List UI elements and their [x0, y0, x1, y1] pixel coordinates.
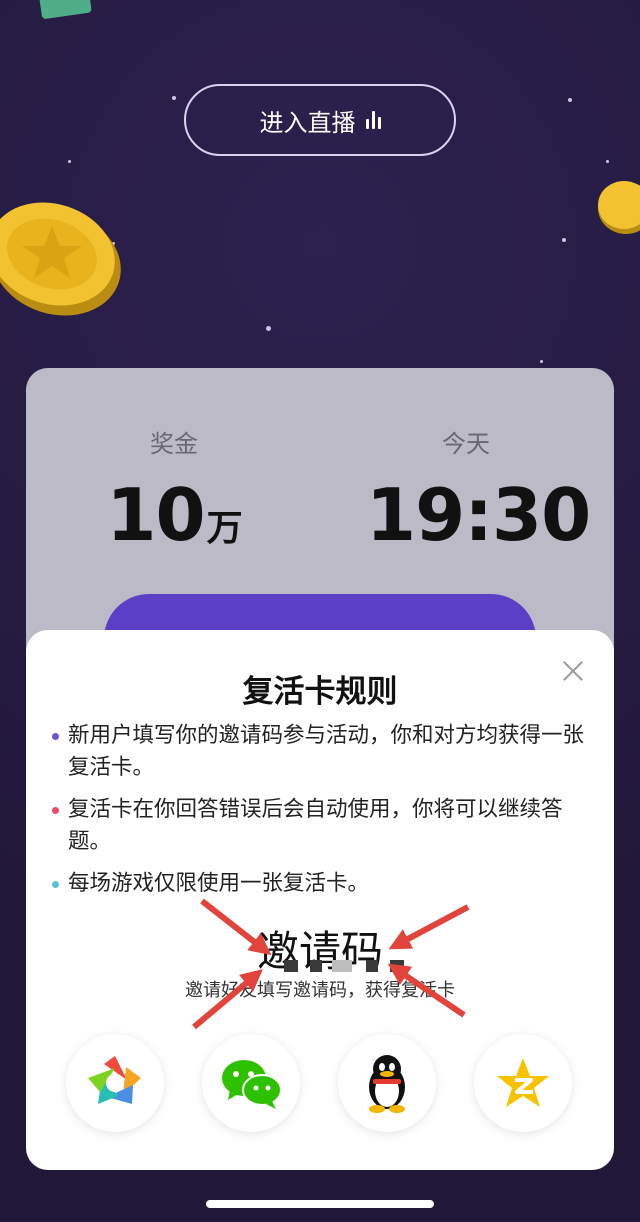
share-moments-button[interactable] — [66, 1034, 164, 1132]
share-wechat-button[interactable] — [202, 1034, 300, 1132]
live-signal-icon — [365, 111, 381, 129]
bullet-dot — [52, 881, 59, 888]
rule-text: 复活卡在你回答错误后会自动使用，你将可以继续答题。 — [68, 797, 563, 854]
bullet-dot — [52, 733, 59, 740]
rule-item: 复活卡在你回答错误后会自动使用，你将可以继续答题。 — [52, 794, 588, 858]
close-icon[interactable] — [562, 660, 584, 682]
gold-coin-decoration — [598, 181, 640, 234]
share-qq-button[interactable] — [338, 1034, 436, 1132]
gold-coin-decoration — [0, 202, 121, 316]
time-value: 19:30 — [366, 473, 591, 557]
prize-unit: 万 — [206, 508, 243, 549]
wechat-icon — [222, 1060, 282, 1109]
star-decoration — [568, 98, 572, 102]
star-decoration — [540, 360, 543, 363]
enter-live-button[interactable]: 进入直播 — [184, 84, 456, 156]
star-decoration — [172, 96, 176, 100]
star-decoration — [606, 160, 609, 163]
share-qzone-button[interactable] — [474, 1034, 572, 1132]
home-indicator[interactable] — [206, 1200, 434, 1208]
rule-text: 新用户填写你的邀请码参与活动，你和对方均获得一张复活卡。 — [68, 723, 585, 780]
qq-penguin-icon — [369, 1055, 405, 1113]
enter-live-label: 进入直播 — [259, 108, 356, 137]
invite-hint: 邀请好友填写邀请码，获得复活卡 — [185, 980, 455, 1001]
prize-label: 奖金 — [150, 430, 198, 458]
rule-item: 每场游戏仅限使用一张复活卡。 — [52, 868, 588, 900]
bullet-dot — [52, 807, 59, 814]
time-label: 今天 — [442, 430, 490, 458]
star-decoration — [562, 238, 566, 242]
star-decoration — [266, 326, 271, 331]
rule-item: 新用户填写你的邀请码参与活动，你和对方均获得一张复活卡。 — [52, 720, 588, 784]
rule-text: 每场游戏仅限使用一张复活卡。 — [68, 871, 370, 896]
qzone-star-icon — [497, 1058, 549, 1107]
star-decoration — [68, 160, 71, 163]
revive-card-rules-dialog: 复活卡规则 新用户填写你的邀请码参与活动，你和对方均获得一张复活卡。 复活卡在你… — [26, 630, 614, 1170]
time-block: 今天 19:30 — [366, 424, 591, 557]
prize-block: 奖金 10万 — [104, 424, 244, 557]
prize-amount: 10万 — [104, 473, 244, 557]
moments-aperture-icon — [88, 1056, 142, 1110]
dialog-title: 复活卡规则 — [242, 674, 398, 710]
prize-value: 10 — [106, 473, 205, 557]
